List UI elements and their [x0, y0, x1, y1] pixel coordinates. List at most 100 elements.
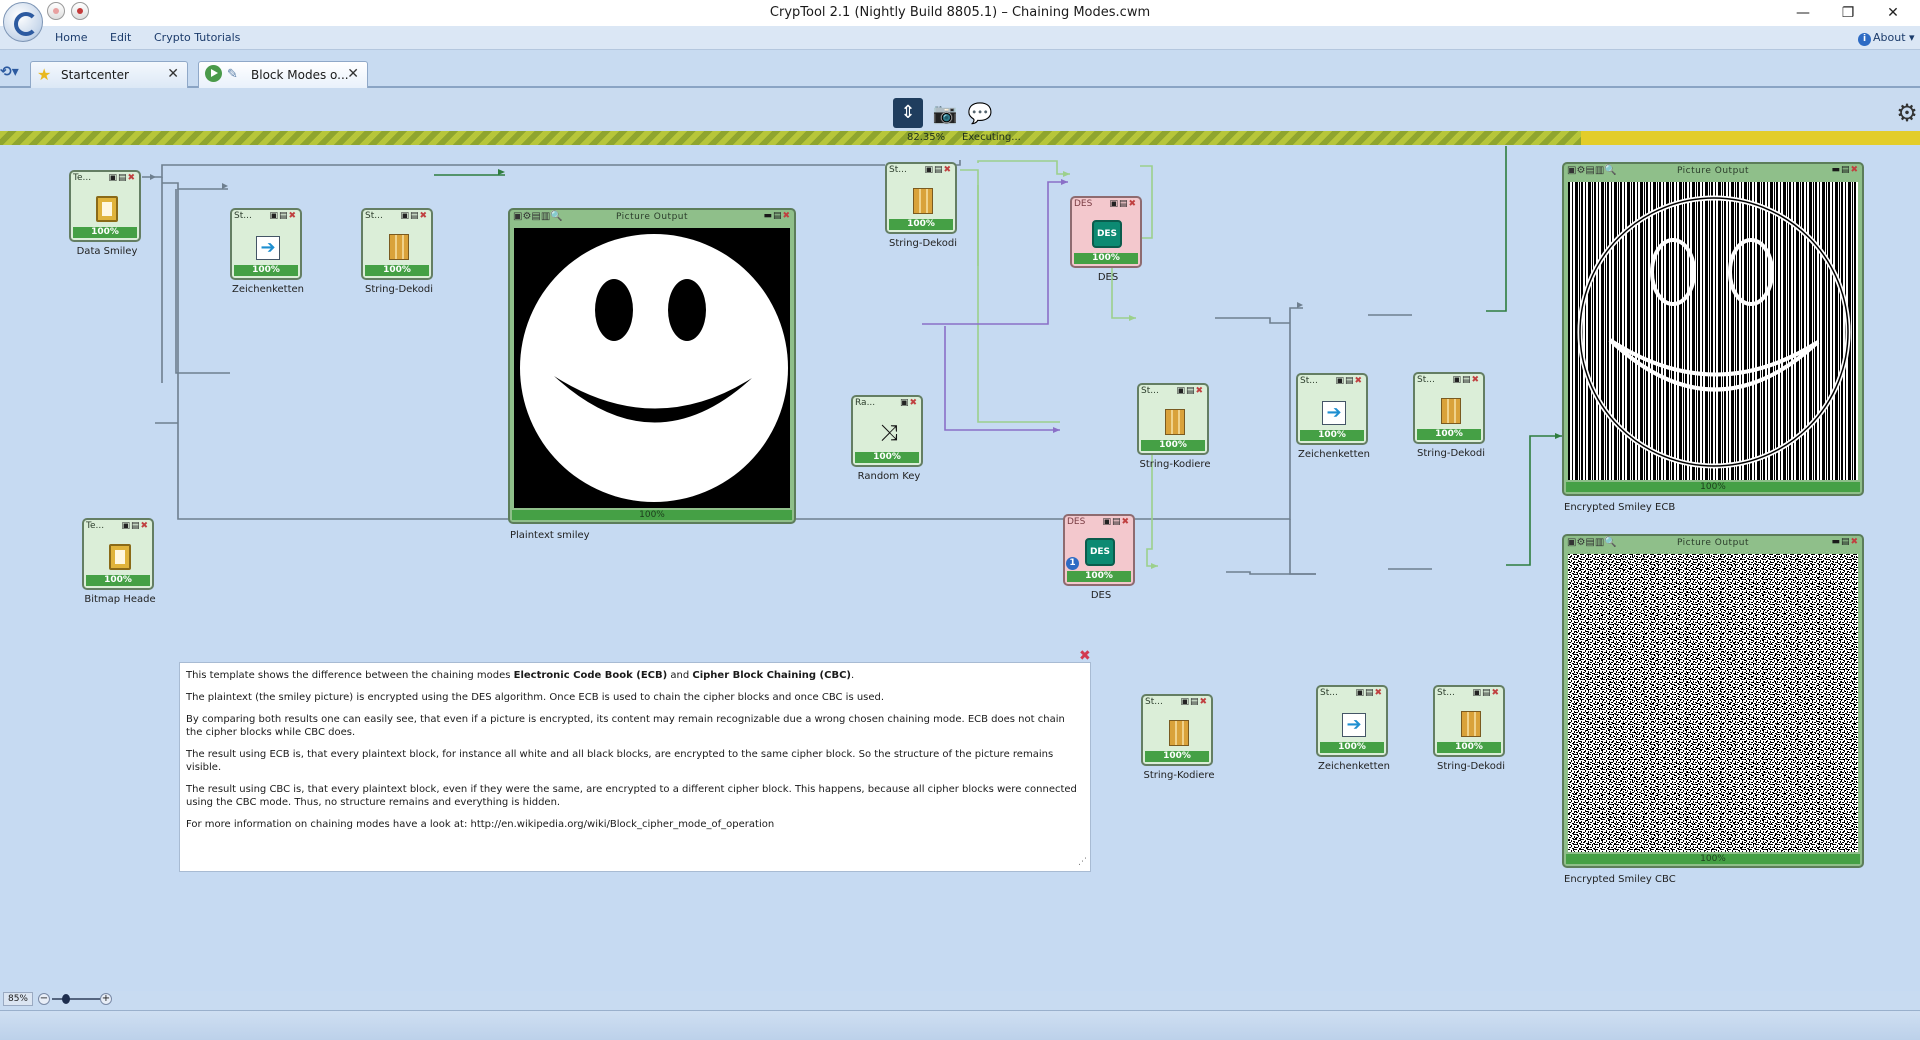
component-controls[interactable]: ▣▤✖ [924, 165, 952, 175]
picture-controls[interactable]: ▬▤✖ [1831, 165, 1859, 175]
clipboard-icon [96, 196, 118, 222]
component-controls[interactable]: ▣▤✖ [400, 211, 428, 221]
clipboard-icon [109, 544, 131, 570]
component-random-key[interactable]: Ra... ▣✖ ⤨ 100% Random Key [851, 395, 923, 482]
comment-paragraph: The result using CBC is, that every plai… [186, 784, 1077, 808]
component-label: Data Smiley [76, 246, 138, 257]
comment-box[interactable]: This template shows the difference betwe… [179, 662, 1091, 872]
app-logo-icon[interactable] [3, 2, 43, 42]
minimize-button[interactable]: — [1783, 2, 1823, 24]
component-controls[interactable]: ▣▤✖ [269, 211, 297, 221]
picture-output-plaintext[interactable]: ▣⚙▤▥🔍 Picture Output ▬▤✖ 100% Plaintext … [508, 208, 796, 541]
component-controls[interactable]: ▣▤✖ [1176, 386, 1204, 396]
component-progress: 100% [1300, 430, 1364, 441]
component-controls[interactable]: ▣▤✖ [121, 521, 149, 531]
zoom-level: 85% [3, 992, 33, 1006]
component-string-decoder[interactable]: St... ▣▤✖ 100% String-Dekodi [1413, 372, 1485, 459]
about-button[interactable]: i About ▾ [1858, 31, 1915, 46]
component-progress: 100% [1437, 742, 1501, 753]
tab-block-modes[interactable]: ✎ Block Modes o... ✕ [198, 61, 368, 88]
component-bitmap-header[interactable]: Te... ▣▤✖ 100% Bitmap Heade [82, 518, 156, 605]
picture-output-title: Picture Output [1676, 538, 1750, 548]
component-header: St... [1417, 375, 1435, 385]
component-zeichenketten[interactable]: St... ▣▤✖ ➔ 100% Zeichenketten [230, 208, 304, 295]
tab-block-modes-label: Block Modes o... [251, 68, 349, 82]
picture-output-title: Picture Output [1676, 166, 1750, 176]
tab-startcenter[interactable]: ★ Startcenter ✕ [30, 61, 188, 88]
component-zeichenketten[interactable]: St... ▣▤✖ ➔ 100% Zeichenketten [1316, 685, 1390, 772]
component-data-smiley[interactable]: Te... ▣▤✖ 100% Data Smiley [69, 170, 141, 257]
component-string-encoder[interactable]: St... ▣▤✖ 100% String-Kodiere [1137, 383, 1210, 470]
component-header: St... [234, 211, 252, 221]
zoom-in-button[interactable]: + [100, 993, 112, 1005]
component-label: String-Dekodi [1437, 761, 1505, 772]
component-zeichenketten[interactable]: St... ▣▤✖ ➔ 100% Zeichenketten [1296, 373, 1370, 460]
component-controls[interactable]: ▣▤✖ [1109, 199, 1137, 209]
quick-access-back-icon[interactable] [47, 2, 65, 20]
zoom-slider-track[interactable] [52, 998, 100, 1000]
component-controls[interactable]: ▣▤✖ [1355, 688, 1383, 698]
fit-to-screen-icon[interactable]: ⇕ [893, 98, 923, 128]
smiley-image [514, 228, 790, 508]
component-string-decoder[interactable]: St... ▣▤✖ 100% String-Dekodi [361, 208, 433, 295]
component-controls[interactable]: ▣✖ [900, 398, 918, 408]
picture-output-label: Plaintext smiley [510, 530, 590, 541]
component-header: St... [1320, 688, 1338, 698]
resize-grip-icon[interactable]: ⋰ [1078, 856, 1087, 869]
ribbon-tab-home[interactable]: Home [55, 31, 87, 44]
component-label: String-Dekodi [365, 284, 433, 295]
component-label: Zeichenketten [1317, 761, 1391, 772]
component-controls[interactable]: ▣▤✖ [1180, 697, 1208, 707]
component-controls[interactable]: ▣▤✖ [1335, 376, 1363, 386]
about-label: About [1873, 31, 1906, 44]
picture-controls[interactable]: ▬▤✖ [1831, 537, 1859, 547]
component-label: Zeichenketten [1297, 449, 1371, 460]
component-des-cbc[interactable]: DES ▣▤✖ DES 1 100% DES [1063, 514, 1135, 601]
workspace-canvas[interactable]: Te... ▣▤✖ 100% Data Smiley Te... ▣▤✖ 100… [0, 146, 1920, 991]
component-header: St... [1437, 688, 1455, 698]
component-label: DES [1097, 272, 1119, 283]
status-bar [0, 1010, 1920, 1040]
zoom-out-button[interactable]: − [38, 993, 50, 1005]
component-des-ecb[interactable]: DES ▣▤✖ DES 100% DES [1070, 196, 1142, 283]
component-string-decoder[interactable]: St... ▣▤✖ 100% String-Dekodi [1433, 685, 1505, 772]
settings-gear-icon[interactable]: ⚙ [1892, 98, 1920, 128]
encrypted-cbc-image [1568, 554, 1858, 852]
picture-output-cbc[interactable]: ▣⚙▤▥🔍 Picture Output ▬▤✖ 100% Encrypted … [1562, 534, 1864, 885]
zoom-slider-thumb[interactable] [62, 994, 70, 1004]
component-controls[interactable]: ▣▤✖ [1102, 517, 1130, 527]
progress-percent: 82.35% [907, 132, 946, 143]
component-controls[interactable]: ▣▤✖ [1452, 375, 1480, 385]
component-controls[interactable]: ▣▤✖ [1472, 688, 1500, 698]
component-header: DES [1067, 517, 1086, 527]
camera-icon[interactable]: 📷 [930, 98, 960, 128]
component-string-encoder[interactable]: St... ▣▤✖ 100% String-Kodiere [1141, 694, 1214, 781]
arrow-right-icon: ➔ [256, 236, 280, 260]
books-icon [1169, 720, 1189, 746]
info-icon: i [1858, 33, 1871, 46]
close-tab-icon[interactable]: ✕ [167, 66, 179, 82]
play-icon[interactable] [205, 65, 222, 87]
close-window-button[interactable]: ✕ [1873, 2, 1913, 24]
component-progress: 100% [1417, 429, 1481, 440]
restore-button[interactable]: ❐ [1828, 2, 1868, 24]
close-tab-icon[interactable]: ✕ [347, 66, 359, 82]
picture-output-ecb[interactable]: ▣⚙▤▥🔍 Picture Output ▬▤✖ 100% Encrypted … [1562, 162, 1864, 513]
component-controls[interactable]: ▣▤✖ [108, 173, 136, 183]
tab-menu-icon[interactable]: ⟲▾ [0, 64, 19, 80]
picture-controls[interactable]: ▬▤✖ [763, 211, 791, 221]
component-header: St... [1145, 697, 1163, 707]
component-label: DES [1090, 590, 1112, 601]
component-label: String-Kodiere [1143, 770, 1215, 781]
ribbon-tab-crypto-tutorials[interactable]: Crypto Tutorials [154, 31, 240, 44]
tab-startcenter-label: Startcenter [61, 68, 129, 82]
zoom-control: 85% − + [0, 990, 120, 1008]
comment-icon[interactable]: 💬 [965, 98, 995, 128]
component-string-decoder[interactable]: St... ▣▤✖ 100% String-Dekodi [885, 162, 957, 249]
quick-access-stop-icon[interactable] [71, 2, 89, 20]
picture-output-label: Encrypted Smiley CBC [1564, 874, 1676, 885]
ribbon-tab-edit[interactable]: Edit [110, 31, 131, 44]
component-header: Ra... [855, 398, 876, 408]
feather-icon: ✎ [227, 67, 238, 82]
component-header: St... [1141, 386, 1159, 396]
